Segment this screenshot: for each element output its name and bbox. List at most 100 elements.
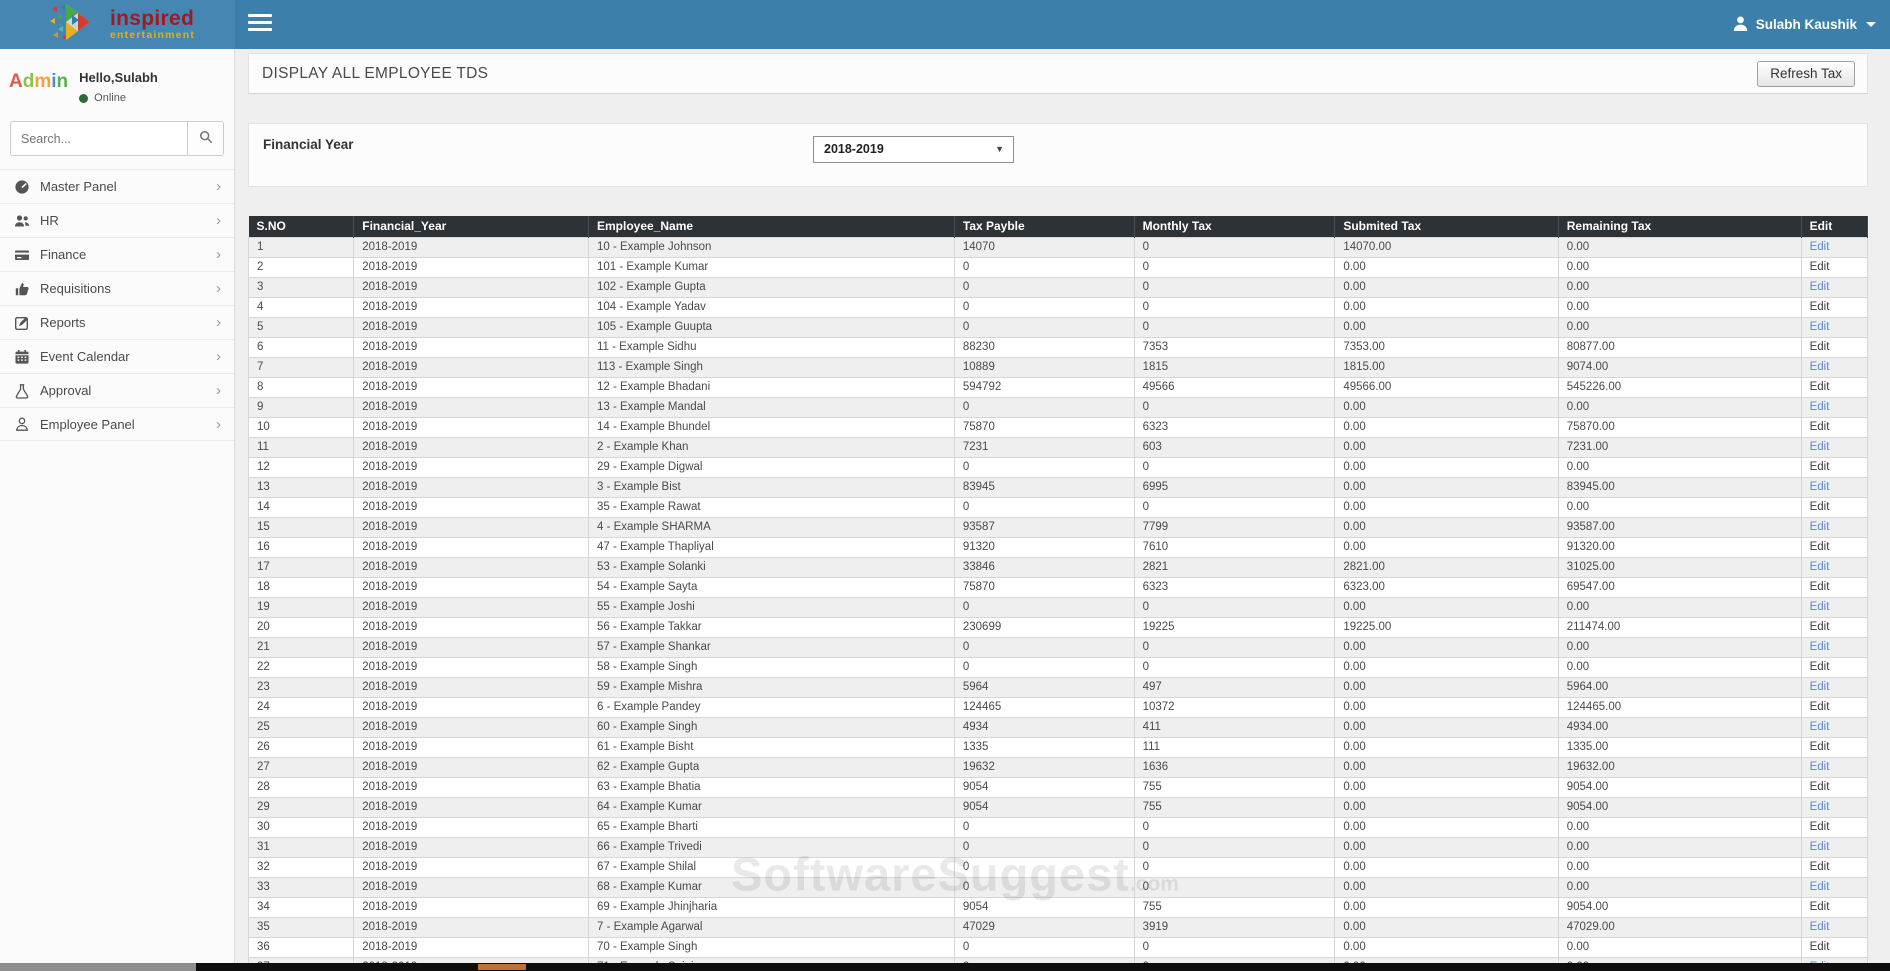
table-cell-edit: Edit <box>1800 756 1869 778</box>
table-cell: 0.00 <box>1557 316 1802 338</box>
sidebar-item-hr[interactable]: HR › <box>0 203 234 237</box>
table-cell: 0.00 <box>1334 916 1559 938</box>
table-row: 8 2018-2019 12 - Example Bhadani 594792 4956… <box>247 376 1869 398</box>
edit-link[interactable]: Edit <box>1810 401 1830 413</box>
sidebar-item-employee-panel[interactable]: Employee Panel › <box>0 407 234 441</box>
sidebar-item-approval[interactable]: Approval › <box>0 373 234 407</box>
table-cell-edit: Edit <box>1800 316 1869 338</box>
sidebar-item-label: HR <box>40 213 59 228</box>
edit-link[interactable]: Edit <box>1810 361 1830 373</box>
chevron-right-icon: › <box>216 212 221 229</box>
edit-link[interactable]: Edit <box>1810 481 1830 493</box>
table-cell: 0.00 <box>1334 856 1559 878</box>
table-cell: 9054.00 <box>1557 796 1802 818</box>
table-cell: 211474.00 <box>1557 616 1802 638</box>
table-cell: 6323 <box>1133 576 1336 598</box>
table-cell: 14 <box>247 496 355 518</box>
financial-year-select[interactable]: 2018-2019 ▼ <box>813 136 1014 163</box>
table-cell-edit: Edit <box>1800 416 1869 438</box>
menu-toggle-button[interactable] <box>248 14 274 35</box>
table-cell: 20 <box>247 616 355 638</box>
table-cell: 2018-2019 <box>353 736 589 758</box>
edit-link[interactable]: Edit <box>1810 301 1830 313</box>
edit-link[interactable]: Edit <box>1810 921 1830 933</box>
table-cell-edit: Edit <box>1800 696 1869 718</box>
table-cell: 35 <box>247 916 355 938</box>
edit-link[interactable]: Edit <box>1810 581 1830 593</box>
edit-link[interactable]: Edit <box>1810 421 1830 433</box>
edit-link[interactable]: Edit <box>1810 461 1830 473</box>
table-cell: 53 - Example Solanki <box>587 556 955 578</box>
table-cell: 57 - Example Shankar <box>587 636 955 658</box>
table-cell-edit: Edit <box>1800 436 1869 458</box>
table-cell: 2018-2019 <box>353 756 589 778</box>
users-icon <box>14 213 30 229</box>
edit-link[interactable]: Edit <box>1810 881 1830 893</box>
edit-link[interactable]: Edit <box>1810 681 1830 693</box>
table-cell: 9054 <box>953 776 1135 798</box>
edit-link[interactable]: Edit <box>1810 741 1830 753</box>
table-cell: 2018-2019 <box>353 496 589 518</box>
table-row: 12 2018-2019 29 - Example Digwal 0 0 0.00 0.00… <box>247 456 1869 478</box>
user-menu[interactable]: Sulabh Kaushik <box>1732 0 1876 49</box>
table-cell: 9054 <box>953 896 1135 918</box>
sidebar-item-requisitions[interactable]: Requisitions › <box>0 271 234 305</box>
edit-link[interactable]: Edit <box>1810 341 1830 353</box>
table-cell-edit: Edit <box>1800 336 1869 358</box>
table-cell: 15 <box>247 516 355 538</box>
table-cell: 0 <box>1133 456 1336 478</box>
edit-link[interactable]: Edit <box>1810 281 1830 293</box>
edit-link[interactable]: Edit <box>1810 641 1830 653</box>
table-cell: 0 <box>953 296 1135 318</box>
edit-link[interactable]: Edit <box>1810 621 1830 633</box>
financial-year-value: 2018-2019 <box>824 142 884 156</box>
edit-link[interactable]: Edit <box>1810 901 1830 913</box>
table-cell: 31 <box>247 836 355 858</box>
search-input[interactable] <box>11 122 187 155</box>
edit-link[interactable]: Edit <box>1810 501 1830 513</box>
edit-link[interactable]: Edit <box>1810 941 1830 953</box>
edit-link[interactable]: Edit <box>1810 441 1830 453</box>
edit-link[interactable]: Edit <box>1810 761 1830 773</box>
edit-link[interactable]: Edit <box>1810 241 1830 253</box>
edit-link[interactable]: Edit <box>1810 861 1830 873</box>
edit-link[interactable]: Edit <box>1810 261 1830 273</box>
sidebar-item-master-panel[interactable]: Master Panel › <box>0 169 234 203</box>
table-cell: 2018-2019 <box>353 636 589 658</box>
table-row: 26 2018-2019 61 - Example Bisht 1335 111 0.00… <box>247 736 1869 758</box>
table-cell: 0 <box>1133 296 1336 318</box>
edit-link[interactable]: Edit <box>1810 801 1830 813</box>
table-cell: 10889 <box>953 356 1135 378</box>
sidebar-item-reports[interactable]: Reports › <box>0 305 234 339</box>
table-row: 6 2018-2019 11 - Example Sidhu 88230 7353 735… <box>247 336 1869 358</box>
table-row: 15 2018-2019 4 - Example SHARMA 93587 7799 0.… <box>247 516 1869 538</box>
table-cell: 0.00 <box>1557 856 1802 878</box>
edit-link[interactable]: Edit <box>1810 381 1830 393</box>
edit-link[interactable]: Edit <box>1810 841 1830 853</box>
table-cell: 2018-2019 <box>353 536 589 558</box>
caret-down-icon <box>1866 22 1876 27</box>
edit-link[interactable]: Edit <box>1810 541 1830 553</box>
edit-link[interactable]: Edit <box>1810 661 1830 673</box>
edit-link[interactable]: Edit <box>1810 561 1830 573</box>
bottom-bar-orange-segment <box>478 964 526 970</box>
table-cell: 5 <box>247 316 355 338</box>
edit-link[interactable]: Edit <box>1810 321 1830 333</box>
search-button[interactable] <box>187 122 223 155</box>
edit-link[interactable]: Edit <box>1810 781 1830 793</box>
refresh-tax-button[interactable]: Refresh Tax <box>1757 60 1855 87</box>
table-cell: 7353 <box>1133 336 1336 358</box>
edit-link[interactable]: Edit <box>1810 601 1830 613</box>
table-cell: 0 <box>953 876 1135 898</box>
edit-link[interactable]: Edit <box>1810 521 1830 533</box>
sidebar-item-finance[interactable]: Finance › <box>0 237 234 271</box>
edit-link[interactable]: Edit <box>1810 821 1830 833</box>
edit-icon <box>14 315 30 331</box>
table-cell: 3 - Example Bist <box>587 476 955 498</box>
edit-link[interactable]: Edit <box>1810 701 1830 713</box>
table-cell: 69 - Example Jhinjharia <box>587 896 955 918</box>
table-cell: 35 - Example Rawat <box>587 496 955 518</box>
sidebar-item-event-calendar[interactable]: Event Calendar › <box>0 339 234 373</box>
edit-link[interactable]: Edit <box>1810 721 1830 733</box>
table-cell: 9054.00 <box>1557 896 1802 918</box>
